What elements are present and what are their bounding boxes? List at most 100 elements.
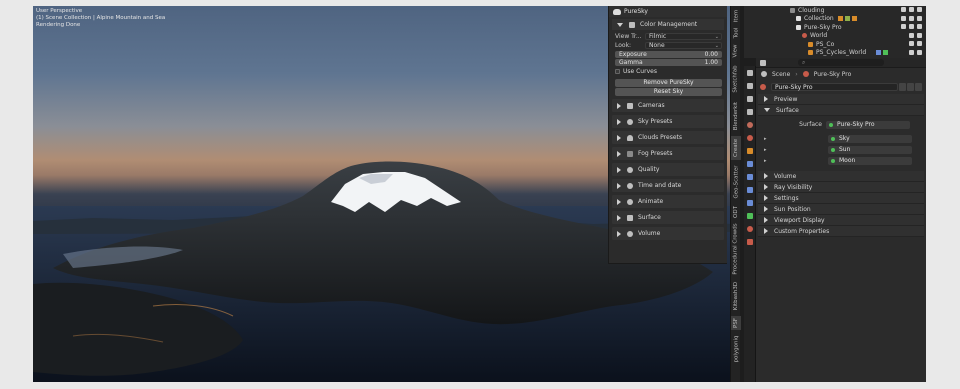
chevron-right-icon	[764, 173, 768, 179]
view-transform-label: View Tr...	[615, 33, 642, 40]
chevron-right-icon	[617, 230, 621, 237]
color-management-header[interactable]: Color Management	[612, 19, 724, 30]
input-field-sun[interactable]: Sun	[828, 145, 912, 154]
tab-polygoniq[interactable]: polygoniq	[731, 332, 741, 366]
visibility-toggles[interactable]	[901, 15, 922, 21]
section-time-and-date[interactable]: Time and date	[612, 179, 724, 192]
view-transform-dropdown[interactable]: Filmic ⌄	[645, 33, 722, 40]
chevron-right-icon	[617, 150, 621, 157]
duplicate-button[interactable]	[907, 83, 914, 91]
section-label: Quality	[638, 166, 660, 173]
expand-icon[interactable]: ▸	[764, 147, 767, 153]
gamma-slider[interactable]: Gamma 1.00	[615, 59, 722, 66]
exposure-slider[interactable]: Exposure 0.00	[615, 51, 722, 58]
expand-icon[interactable]: ▸	[764, 136, 767, 142]
material-icon[interactable]	[747, 226, 753, 232]
tab-sketchfab[interactable]: Sketchfab	[731, 62, 741, 96]
section-volume[interactable]: Volume	[758, 171, 924, 182]
tab-odt[interactable]: ODT	[731, 204, 741, 220]
look-label: Look:	[615, 42, 632, 49]
tab-view[interactable]: View	[731, 42, 741, 60]
look-value: None	[649, 42, 665, 49]
section-volume[interactable]: Volume	[612, 227, 724, 240]
view-transform-value: Filmic	[649, 33, 667, 40]
texture-icon[interactable]	[747, 239, 753, 245]
scene-icon	[761, 71, 767, 77]
tab-psf[interactable]: PSF	[731, 316, 741, 330]
world-name-field[interactable]: Pure-Sky Pro	[771, 83, 898, 91]
tab-create[interactable]: Create	[731, 136, 741, 160]
view-layer-icon[interactable]	[747, 109, 753, 115]
exposure-label: Exposure	[619, 51, 647, 58]
look-row: Look: None ⌄	[609, 41, 727, 50]
tab-item[interactable]: Item	[731, 8, 741, 24]
section-label: Fog Presets	[638, 150, 673, 157]
expand-icon[interactable]: ▸	[764, 158, 767, 164]
section-animate[interactable]: Animate	[612, 195, 724, 208]
chevron-right-icon	[617, 134, 621, 141]
physics-icon[interactable]	[747, 187, 753, 193]
input-field-sky[interactable]: Sky	[828, 134, 912, 143]
remove-puresky-button[interactable]: Remove PureSky	[615, 79, 722, 87]
visibility-toggles[interactable]	[909, 41, 922, 46]
visibility-toggles[interactable]	[909, 49, 922, 55]
properties-search-input[interactable]: ⌕	[798, 59, 884, 66]
modifier-icon[interactable]	[747, 161, 753, 167]
particles-icon[interactable]	[747, 174, 753, 180]
tab-geo-scatter[interactable]: Geo-Scatter	[731, 162, 741, 202]
section-preview[interactable]: Preview	[758, 94, 924, 105]
world-datablock-row: Pure-Sky Pro	[760, 82, 922, 92]
viewport-status-label: Rendering Done	[36, 22, 81, 28]
object-icon[interactable]	[747, 148, 753, 154]
constraints-icon[interactable]	[747, 200, 753, 206]
render-icon[interactable]	[747, 83, 753, 89]
look-dropdown[interactable]: None ⌄	[645, 42, 722, 49]
gear-icon	[627, 118, 633, 125]
fake-user-button[interactable]	[899, 83, 906, 91]
section-custom-properties[interactable]: Custom Properties	[758, 226, 924, 237]
breadcrumb-scene: Scene	[772, 70, 791, 78]
section-sky-presets[interactable]: Sky Presets	[612, 115, 724, 128]
section-quality[interactable]: Quality	[612, 163, 724, 176]
use-curves-checkbox[interactable]: Use Curves	[609, 67, 727, 76]
reset-sky-button[interactable]: Reset Sky	[615, 88, 722, 96]
section-surface[interactable]: Surface	[612, 211, 724, 224]
node-socket-icon	[831, 136, 835, 141]
section-fog-presets[interactable]: Fog Presets	[612, 147, 724, 160]
data-icon[interactable]	[747, 213, 753, 219]
chevron-down-icon	[764, 108, 770, 112]
outliner-row-pure-sky-pro[interactable]: Pure-Sky Pro	[744, 23, 926, 32]
scene-icon[interactable]	[747, 122, 753, 128]
outliner-row-ps-co[interactable]: PS_Co	[744, 40, 926, 49]
tab-kitbash3d[interactable]: Kitbash3D	[731, 278, 741, 314]
editor-type-icon[interactable]	[760, 59, 766, 66]
outliner-row-clouding[interactable]: Clouding	[744, 6, 926, 15]
section-ray-visibility[interactable]: Ray Visibility	[758, 182, 924, 193]
output-icon[interactable]	[747, 96, 753, 102]
node-socket-icon	[829, 122, 833, 127]
visibility-toggles[interactable]	[901, 7, 922, 12]
tool-icon[interactable]	[747, 70, 753, 76]
visibility-toggles[interactable]	[901, 24, 922, 29]
tab-tool[interactable]: Tool	[731, 25, 741, 41]
close-icon[interactable]	[915, 83, 922, 91]
surface-shader-field[interactable]: Pure-Sky Pro	[826, 120, 910, 129]
animate-icon	[627, 198, 633, 205]
section-settings[interactable]: Settings	[758, 193, 924, 204]
input-field-moon[interactable]: Moon	[828, 156, 912, 165]
section-surface[interactable]: Surface	[758, 105, 924, 116]
chevron-right-icon	[764, 184, 768, 190]
section-cameras[interactable]: Cameras	[612, 99, 724, 112]
section-clouds-presets[interactable]: Clouds Presets	[612, 131, 724, 144]
world-icon[interactable]	[760, 84, 766, 90]
tab-procedural-crowds[interactable]: Procedural Crowds	[731, 222, 741, 276]
section-viewport-display[interactable]: Viewport Display	[758, 215, 924, 226]
tab-blenderkit[interactable]: Blenderkit	[731, 98, 741, 134]
puresky-sidebar-panel: PureSky Color Management View Tr... Film…	[608, 6, 727, 264]
outliner-row-collection[interactable]: Collection	[744, 15, 926, 24]
world-icon[interactable]	[747, 135, 753, 141]
section-sun-position[interactable]: Sun Position	[758, 204, 924, 215]
outliner-row-ps-cycles-world[interactable]: PS_Cycles_World	[744, 49, 926, 58]
visibility-toggles[interactable]	[909, 32, 922, 38]
outliner-row-world[interactable]: World	[744, 32, 926, 41]
